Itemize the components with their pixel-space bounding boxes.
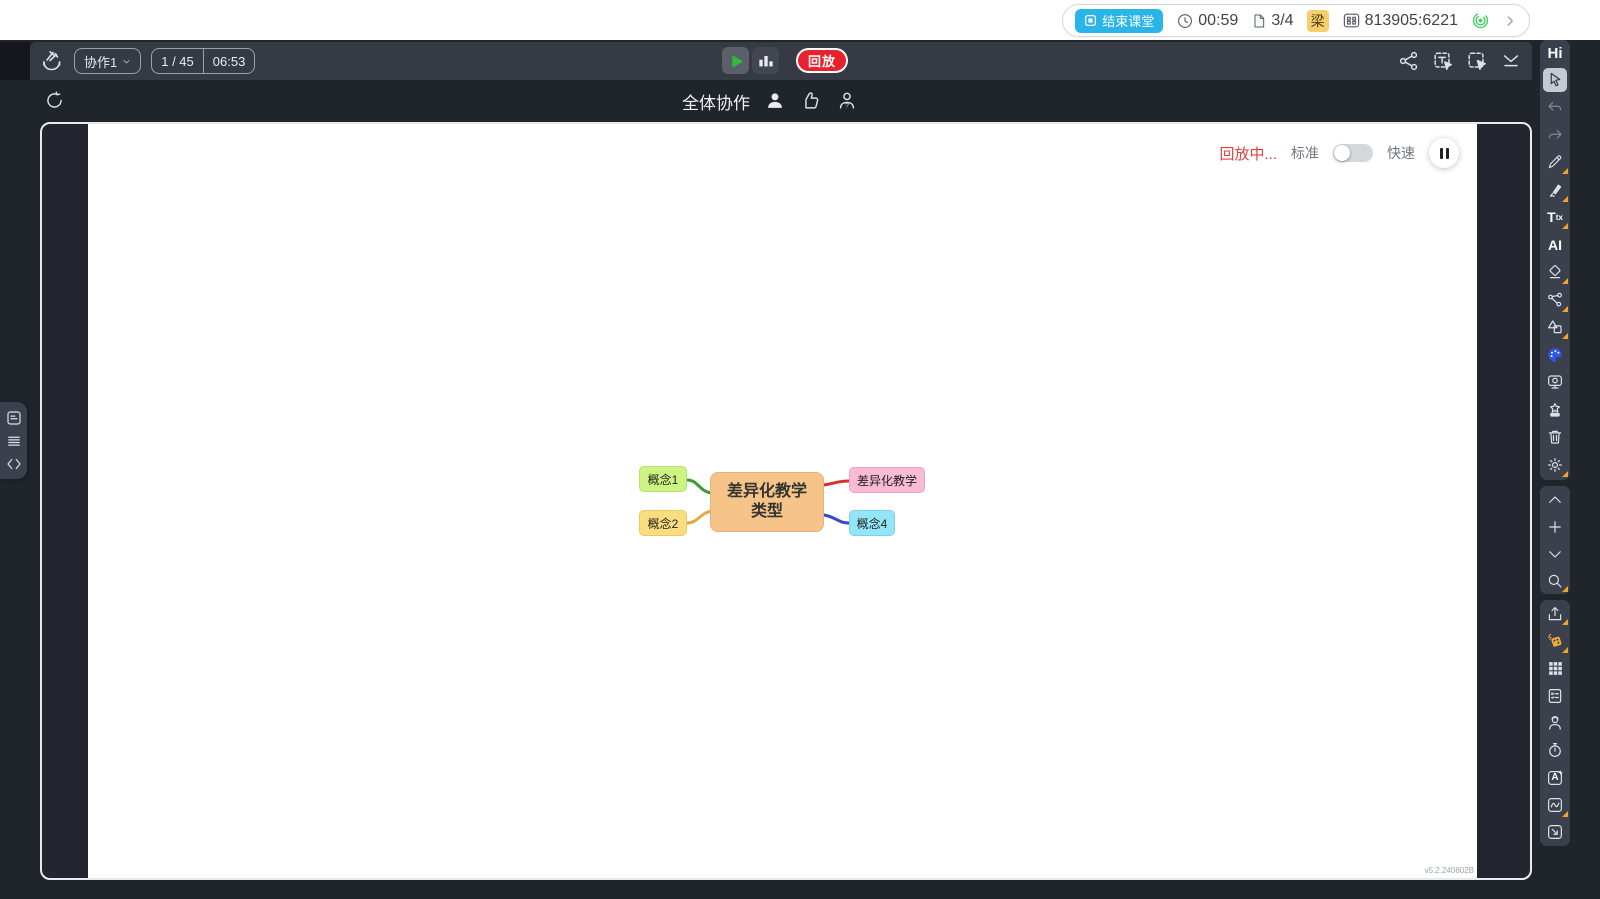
mindmap-node[interactable]: 概念4 (849, 510, 895, 536)
zoom-search-icon[interactable] (1540, 567, 1570, 594)
task-checklist-icon[interactable] (1540, 682, 1570, 709)
highlighter-tool-icon[interactable] (1540, 176, 1570, 204)
toggle-knob (1334, 145, 1350, 161)
whiteboard-canvas[interactable]: 回放中... 标准 快速 差异化教学 类型 概念1 概念2 差异化教学 概念4 … (88, 124, 1477, 878)
toolbar: 协作1 1 / 45 06:53 (30, 42, 1532, 80)
palette-tool-icon[interactable] (1540, 341, 1570, 369)
raise-hand-pens-icon[interactable] (40, 49, 64, 73)
collab-row: 全体协作 ? (0, 80, 1540, 122)
class-status-bar: 结束课堂 00:59 3/4 梁 81 (1062, 4, 1530, 37)
board-page-counter: 1 / 45 (152, 54, 203, 69)
mindmap-center-node[interactable]: 差异化教学 类型 (710, 472, 824, 532)
toolbar-ledge (0, 42, 30, 80)
notes-panel-icon[interactable] (5, 409, 23, 427)
list-panel-icon[interactable] (5, 432, 23, 450)
minimize-corner-icon[interactable] (1540, 819, 1570, 846)
center-node-line2: 类型 (751, 502, 783, 522)
chevron-right-icon[interactable] (1503, 14, 1517, 28)
speed-standard-label[interactable]: 标准 (1291, 143, 1319, 163)
center-node-line1: 差异化教学 (727, 482, 807, 502)
stats-button[interactable] (752, 47, 779, 74)
end-class-label: 结束课堂 (1102, 11, 1154, 30)
code-panel-icon[interactable] (5, 455, 23, 473)
mindmap-node[interactable]: 概念2 (639, 510, 687, 536)
add-page-icon[interactable] (1540, 513, 1570, 540)
font-size-icon[interactable]: A + (1540, 764, 1570, 791)
user-badge[interactable]: 梁 (1307, 10, 1329, 32)
page-timer-counter: 1 / 45 06:53 (151, 48, 255, 74)
stop-icon (1084, 14, 1097, 27)
canvas-frame: 回放中... 标准 快速 差异化教学 类型 概念1 概念2 差异化教学 概念4 … (40, 122, 1532, 880)
broadcast-icon (1471, 11, 1490, 30)
board-timer: 06:53 (204, 54, 255, 69)
room-id-value: 813905:6221 (1365, 12, 1458, 30)
like-icon[interactable] (800, 90, 822, 112)
collab-selector[interactable]: 协作1 (74, 48, 141, 74)
room-code-icon (1342, 11, 1361, 30)
sidebar-zoom-group (1540, 486, 1570, 594)
class-timer-value: 00:59 (1198, 12, 1238, 30)
page-indicator: 3/4 (1251, 12, 1293, 30)
classroom-app: 结束课堂 00:59 3/4 梁 81 (0, 0, 1600, 899)
award-stamp-icon[interactable] (1540, 396, 1570, 424)
left-panel-tab (0, 402, 27, 479)
scroll-down-icon[interactable] (1540, 540, 1570, 567)
replay-button[interactable]: 回放 (796, 48, 848, 73)
area-select-icon[interactable] (1466, 50, 1488, 72)
participants-icon[interactable] (764, 90, 786, 112)
toolbar-left: 协作1 1 / 45 06:53 (30, 48, 255, 74)
toolbar-right (1398, 50, 1522, 72)
collab-selector-label: 协作1 (84, 52, 117, 71)
ai-tool-icon[interactable]: AI (1540, 231, 1570, 259)
scroll-up-icon[interactable] (1540, 486, 1570, 513)
replay-status: 回放中... (1219, 143, 1277, 164)
settings-gear-icon[interactable] (1540, 451, 1570, 479)
shapes-tool-icon[interactable] (1540, 314, 1570, 342)
refresh-icon[interactable] (44, 90, 65, 111)
redo-icon[interactable] (1540, 121, 1570, 149)
pen-tool-icon[interactable] (1540, 149, 1570, 177)
apps-grid-icon[interactable] (1540, 655, 1570, 682)
mindmap-tool-icon[interactable] (1540, 286, 1570, 314)
top-strip: 结束课堂 00:59 3/4 梁 81 (0, 0, 1600, 40)
speed-fast-label[interactable]: 快速 (1387, 143, 1415, 163)
page-icon (1251, 12, 1267, 30)
sidebar-widgets-group: A + (1540, 600, 1570, 846)
clock-icon (1176, 12, 1194, 30)
class-timer: 00:59 (1176, 12, 1238, 30)
svg-text:?: ? (845, 102, 849, 109)
timer-stopwatch-icon[interactable] (1540, 737, 1570, 764)
toolbar-center: 回放 (722, 47, 848, 74)
play-button[interactable] (722, 47, 749, 74)
app-logo: Hi (1548, 40, 1563, 66)
chevron-down-icon (122, 57, 131, 66)
visualizer-camera-icon[interactable] (1540, 369, 1570, 397)
text-tool-icon[interactable]: Ttx (1540, 204, 1570, 232)
eraser-tool-icon[interactable] (1540, 259, 1570, 287)
room-id-group: 813905:6221 (1342, 11, 1458, 30)
upload-share-icon[interactable] (1540, 600, 1570, 627)
random-pick-person-icon[interactable]: ? (836, 90, 858, 112)
end-class-button[interactable]: 结束课堂 (1075, 9, 1163, 33)
speed-toggle[interactable] (1333, 144, 1373, 162)
mindmap-node[interactable]: 概念1 (639, 466, 687, 492)
version-label: v5.2.240802B (1425, 866, 1474, 875)
pause-button[interactable] (1429, 138, 1459, 168)
share-network-icon[interactable] (1398, 50, 1420, 72)
play-icon (726, 51, 746, 71)
bar-chart-icon (756, 51, 776, 71)
cursor-tool-icon[interactable] (1540, 66, 1570, 94)
collab-title: 全体协作 (682, 89, 750, 114)
collapse-toolbar-icon[interactable] (1500, 50, 1522, 72)
trash-icon[interactable] (1540, 424, 1570, 452)
undo-icon[interactable] (1540, 94, 1570, 122)
replay-controls: 回放中... 标准 快速 (1219, 138, 1459, 168)
text-select-icon[interactable] (1432, 50, 1454, 72)
sidebar-tools-group: Hi Ttx A (1540, 40, 1570, 480)
student-avatar-icon[interactable] (1540, 709, 1570, 736)
curve-wave-icon[interactable] (1540, 791, 1570, 818)
dice-picker-icon[interactable] (1540, 627, 1570, 654)
page-indicator-value: 3/4 (1271, 12, 1293, 30)
mindmap-node[interactable]: 差异化教学 (849, 467, 925, 493)
